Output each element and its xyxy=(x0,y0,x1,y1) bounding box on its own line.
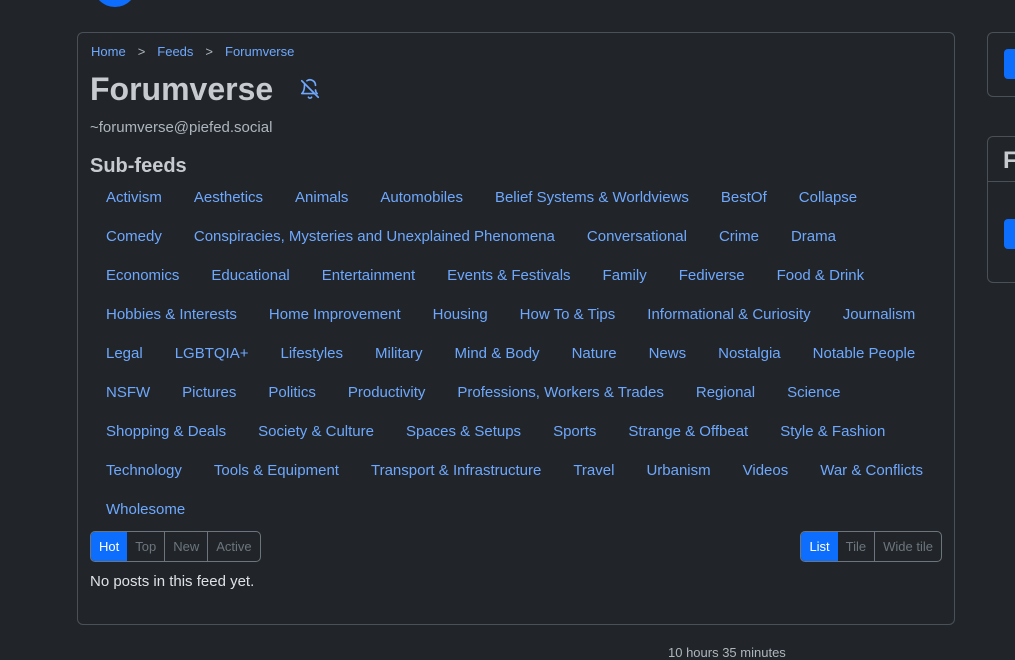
subfeed-link[interactable]: Professions, Workers & Trades xyxy=(441,378,679,407)
sort-top-button[interactable]: Top xyxy=(127,532,164,561)
subfeed-link[interactable]: Military xyxy=(359,339,439,368)
subfeed-link[interactable]: Wholesome xyxy=(90,495,201,524)
breadcrumb: Home > Feeds > Forumverse xyxy=(91,44,294,59)
subfeed-link[interactable]: Technology xyxy=(90,456,198,485)
subfeeds-list: Activism Aesthetics Animals Automobiles Beli… xyxy=(90,183,950,524)
page-title: Forumverse xyxy=(90,71,274,107)
subfeed-link[interactable]: BestOf xyxy=(705,183,783,212)
sort-button-group: Hot Top New Active xyxy=(90,531,261,562)
subfeed-link[interactable]: Pictures xyxy=(166,378,252,407)
subfeed-link[interactable]: Nature xyxy=(556,339,633,368)
breadcrumb-current[interactable]: Forumverse xyxy=(225,44,294,59)
footer-text: 10 hours 35 minutes xyxy=(668,645,786,660)
subfeed-link[interactable]: Productivity xyxy=(332,378,442,407)
subfeed-link[interactable]: Mind & Body xyxy=(439,339,556,368)
subfeeds-heading: Sub-feeds xyxy=(90,155,187,177)
subfeed-link[interactable]: Family xyxy=(587,261,663,290)
subfeed-link[interactable]: Shopping & Deals xyxy=(90,417,242,446)
subfeed-link[interactable]: Home Improvement xyxy=(253,300,417,329)
subfeed-link[interactable]: Housing xyxy=(417,300,504,329)
sidebar-card-heading: F xyxy=(1003,147,1015,174)
sidebar-card xyxy=(987,32,1015,97)
subfeed-link[interactable]: Informational & Curiosity xyxy=(631,300,826,329)
subfeed-link[interactable]: Travel xyxy=(557,456,630,485)
sidebar-button[interactable] xyxy=(1004,219,1015,249)
subfeed-link[interactable]: Society & Culture xyxy=(242,417,390,446)
sort-new-button[interactable]: New xyxy=(164,532,207,561)
breadcrumb-home[interactable]: Home xyxy=(91,44,126,59)
subfeed-link[interactable]: Urbanism xyxy=(630,456,726,485)
feed-handle: ~forumverse@piefed.social xyxy=(90,119,273,136)
subfeed-link[interactable]: Notable People xyxy=(797,339,932,368)
breadcrumb-feeds[interactable]: Feeds xyxy=(157,44,193,59)
subfeed-link[interactable]: How To & Tips xyxy=(504,300,632,329)
subfeed-link[interactable]: Science xyxy=(771,378,856,407)
subfeed-link[interactable]: Journalism xyxy=(827,300,932,329)
subfeed-link[interactable]: Nostalgia xyxy=(702,339,797,368)
subfeed-link[interactable]: Educational xyxy=(195,261,305,290)
subfeed-link[interactable]: Belief Systems & Worldviews xyxy=(479,183,705,212)
feed-card: Home > Feeds > Forumverse Forumverse ~fo… xyxy=(77,32,955,625)
subfeed-link[interactable]: Strange & Offbeat xyxy=(612,417,764,446)
subfeed-link[interactable]: LGBTQIA+ xyxy=(159,339,265,368)
sort-hot-button[interactable]: Hot xyxy=(91,532,128,561)
layout-button-group: List Tile Wide tile xyxy=(800,531,942,562)
layout-wide-tile-button[interactable]: Wide tile xyxy=(874,532,941,561)
subfeed-link[interactable]: News xyxy=(633,339,703,368)
divider xyxy=(988,181,1015,182)
breadcrumb-separator: > xyxy=(205,44,214,59)
subfeed-link[interactable]: Automobiles xyxy=(364,183,479,212)
subfeed-link[interactable]: Hobbies & Interests xyxy=(90,300,253,329)
subfeed-link[interactable]: Legal xyxy=(90,339,159,368)
subfeed-link[interactable]: Economics xyxy=(90,261,195,290)
subfeed-link[interactable]: Transport & Infrastructure xyxy=(355,456,557,485)
subfeed-link[interactable]: Entertainment xyxy=(306,261,431,290)
title-row: Forumverse xyxy=(90,69,321,109)
subfeed-link[interactable]: Activism xyxy=(90,183,178,212)
subfeed-link[interactable]: Drama xyxy=(775,222,852,251)
bell-slash-icon[interactable] xyxy=(299,78,321,100)
sidebar-card: F xyxy=(987,136,1015,283)
layout-list-button[interactable]: List xyxy=(801,532,838,561)
empty-message: No posts in this feed yet. xyxy=(90,573,255,590)
subfeed-link[interactable]: Regional xyxy=(680,378,771,407)
subfeed-link[interactable]: Conspiracies, Mysteries and Unexplained … xyxy=(178,222,571,251)
breadcrumb-separator: > xyxy=(137,44,146,59)
avatar xyxy=(93,0,137,7)
subfeed-link[interactable]: Collapse xyxy=(783,183,873,212)
subfeed-link[interactable]: Comedy xyxy=(90,222,178,251)
sort-active-button[interactable]: Active xyxy=(207,532,259,561)
layout-tile-button[interactable]: Tile xyxy=(838,532,874,561)
subfeed-link[interactable]: NSFW xyxy=(90,378,166,407)
subfeed-link[interactable]: Events & Festivals xyxy=(431,261,586,290)
subfeed-link[interactable]: Aesthetics xyxy=(178,183,279,212)
subfeed-link[interactable]: Videos xyxy=(727,456,805,485)
subfeed-link[interactable]: War & Conflicts xyxy=(804,456,939,485)
subfeed-link[interactable]: Politics xyxy=(252,378,332,407)
subfeed-link[interactable]: Conversational xyxy=(571,222,703,251)
subfeed-link[interactable]: Tools & Equipment xyxy=(198,456,355,485)
subfeed-link[interactable]: Style & Fashion xyxy=(764,417,901,446)
subfeed-link[interactable]: Lifestyles xyxy=(264,339,359,368)
subfeed-link[interactable]: Fediverse xyxy=(663,261,761,290)
subfeed-link[interactable]: Sports xyxy=(537,417,612,446)
subfeed-link[interactable]: Animals xyxy=(279,183,364,212)
subfeed-link[interactable]: Food & Drink xyxy=(761,261,881,290)
subfeed-link[interactable]: Spaces & Setups xyxy=(390,417,537,446)
subfeed-link[interactable]: Crime xyxy=(703,222,775,251)
sidebar-button[interactable] xyxy=(1004,49,1015,79)
